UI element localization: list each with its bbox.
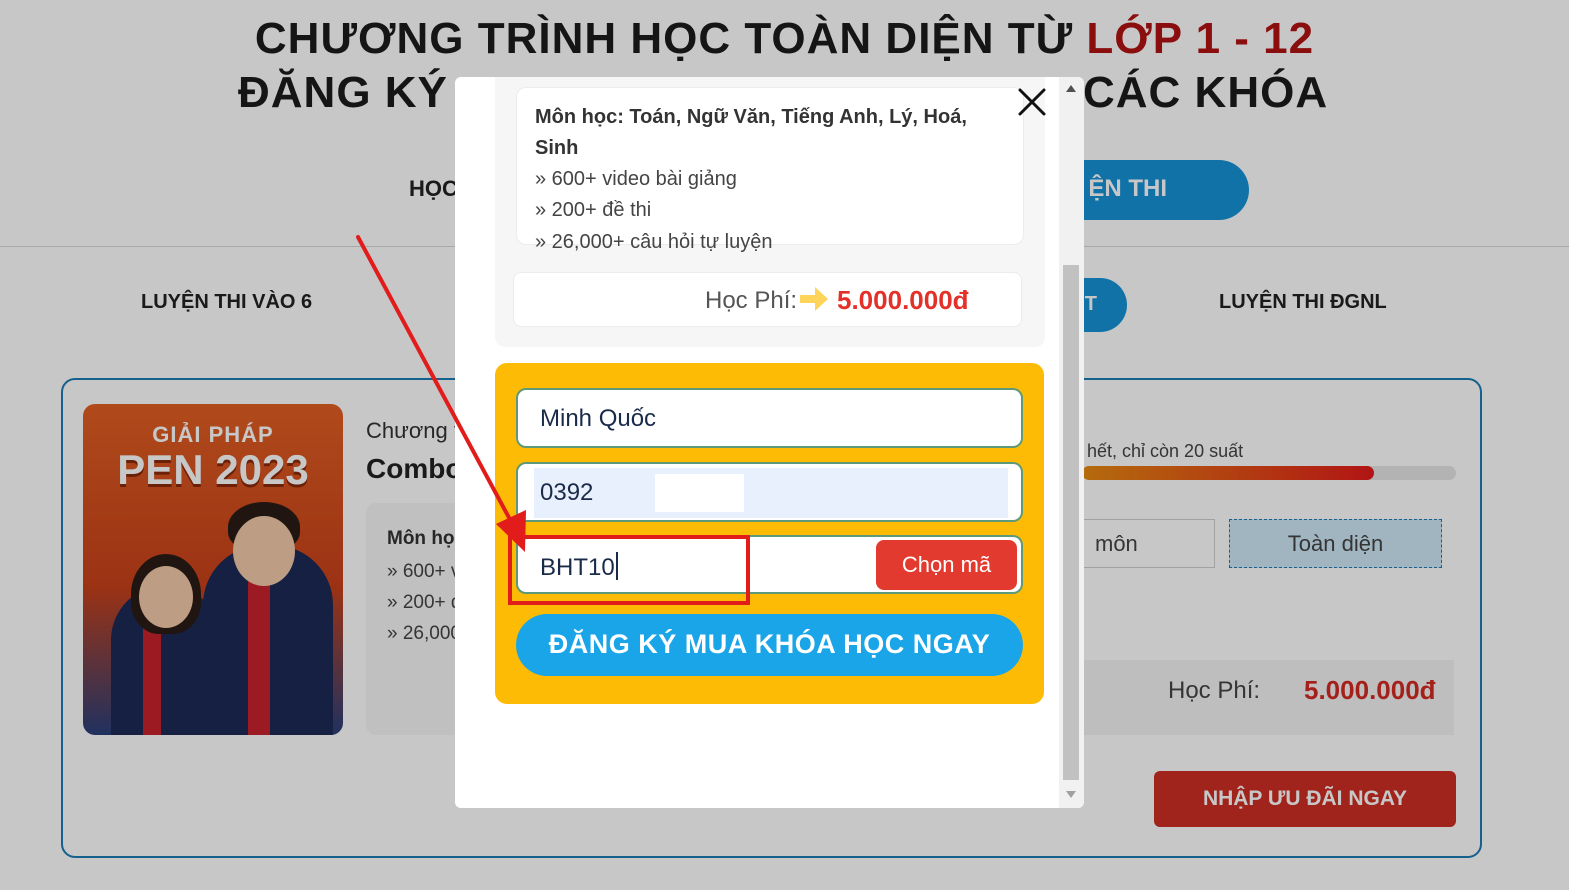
full-name-input[interactable]: Minh Quốc xyxy=(516,388,1023,448)
redaction-mask xyxy=(655,474,744,512)
registration-modal: Môn học: Toán, Ngữ Văn, Tiếng Anh, Lý, H… xyxy=(455,77,1084,808)
phone-input[interactable]: 0392 xyxy=(516,462,1023,522)
modal-subjects-cont: Sinh xyxy=(535,137,579,159)
modal-subjects: Môn học: Toán, Ngữ Văn, Tiếng Anh, Lý, H… xyxy=(535,106,967,128)
register-submit-button[interactable]: ĐĂNG KÝ MUA KHÓA HỌC NGAY xyxy=(516,614,1023,676)
modal-feature-questions: » 26,000+ câu hỏi tự luyện xyxy=(535,231,773,253)
scrollbar-thumb[interactable] xyxy=(1063,265,1079,780)
annotation-highlight-box xyxy=(508,535,750,605)
choose-code-button[interactable]: Chọn mã xyxy=(876,540,1017,590)
modal-fee-value: 5.000.000đ xyxy=(837,285,969,315)
scroll-up-icon[interactable] xyxy=(1066,85,1076,92)
modal-scrollbar[interactable] xyxy=(1059,77,1084,808)
full-name-value: Minh Quốc xyxy=(540,405,657,432)
close-icon[interactable] xyxy=(1017,87,1047,117)
modal-feature-videos: » 600+ video bài giảng xyxy=(535,168,737,190)
modal-feature-tests: » 200+ đề thi xyxy=(535,199,652,221)
arrow-right-icon xyxy=(800,287,828,311)
modal-fee-label: Học Phí: xyxy=(705,287,798,314)
scroll-down-icon[interactable] xyxy=(1066,791,1076,798)
phone-value: 0392 xyxy=(540,479,594,506)
